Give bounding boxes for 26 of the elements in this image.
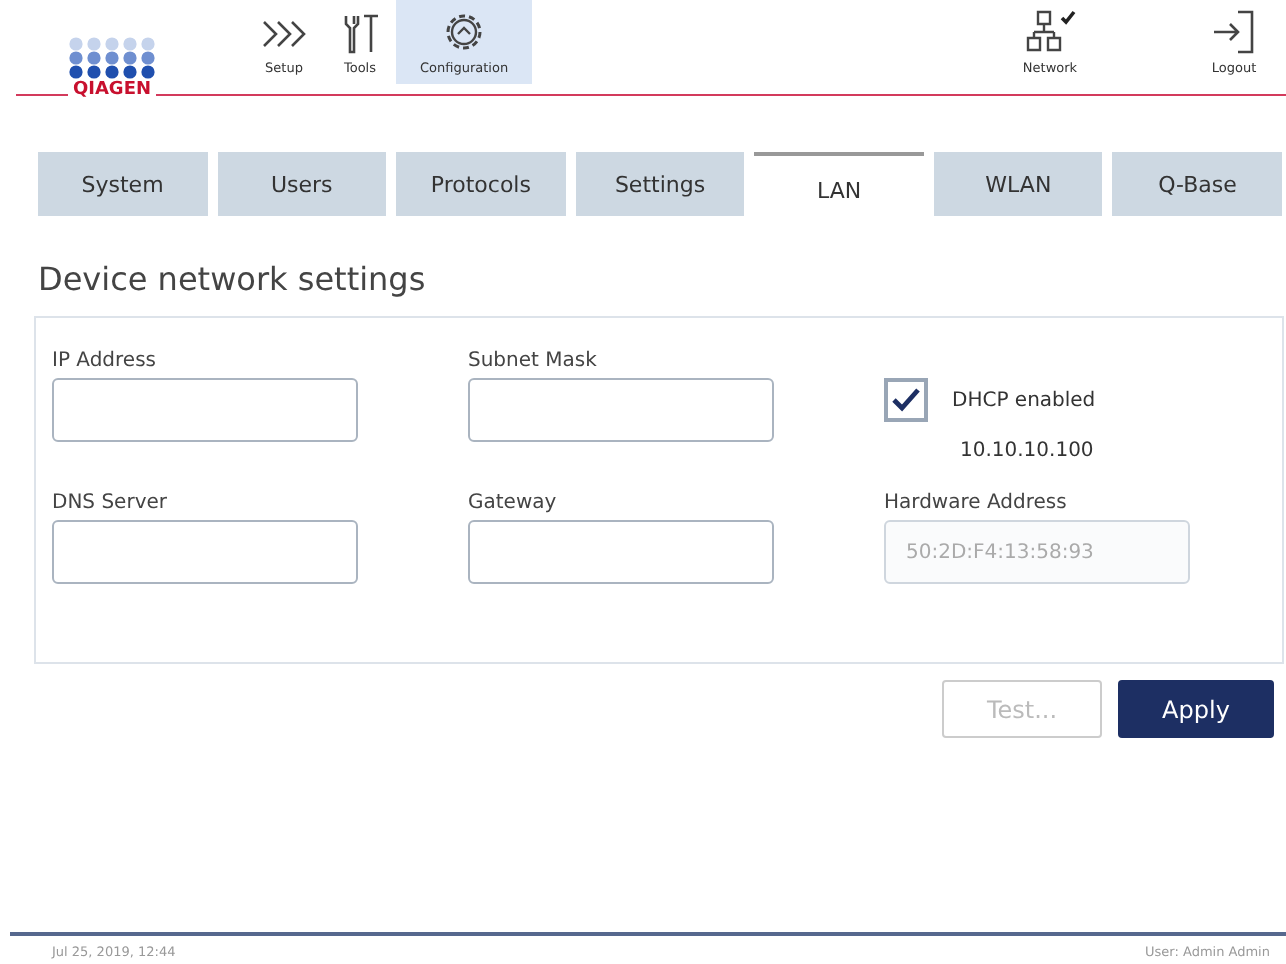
field-label: Gateway: [468, 492, 559, 514]
field-label: IP Address: [52, 350, 158, 372]
field-label: Subnet Mask: [468, 350, 599, 372]
logo-dots-icon: [66, 36, 158, 80]
tab[interactable]: Users: [217, 152, 387, 216]
field-label: DNS Server: [52, 492, 169, 514]
tab[interactable]: Protocols: [396, 152, 566, 216]
logout-icon: [1210, 8, 1258, 56]
network-check-icon: [1022, 8, 1078, 56]
input-field[interactable]: [468, 520, 774, 584]
input-field[interactable]: [52, 378, 358, 442]
checkbox[interactable]: [884, 378, 928, 422]
dhcp-address: 10.10.10.100: [960, 440, 1096, 462]
tab[interactable]: System: [38, 152, 208, 216]
field-label: Hardware Address: [884, 492, 1069, 514]
input-field[interactable]: [52, 520, 358, 584]
check-icon: [890, 386, 922, 414]
tab[interactable]: WLAN: [933, 152, 1103, 216]
apply-button[interactable]: Apply: [1118, 680, 1274, 738]
logo-text: QIAGEN: [68, 80, 156, 100]
page-title: Device network settings: [38, 260, 428, 298]
checkbox-label: DHCP enabled: [952, 389, 1096, 411]
tab[interactable]: Q-Base: [1112, 152, 1283, 216]
tab[interactable]: Settings: [575, 152, 745, 216]
input-field[interactable]: [468, 378, 774, 442]
tools-icon: [340, 12, 380, 56]
